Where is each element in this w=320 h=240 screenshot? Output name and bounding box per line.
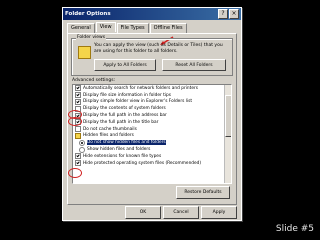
close-icon[interactable]: ×: [229, 9, 239, 19]
tab-offline-files[interactable]: Offline Files: [149, 23, 187, 33]
scrollbar-thumb[interactable]: [225, 95, 231, 137]
apply-button[interactable]: Apply: [201, 206, 237, 219]
advanced-settings-label: Advanced settings:: [72, 78, 116, 83]
apply-to-all-folders-button[interactable]: Apply to All Folders: [94, 59, 156, 71]
list-item[interactable]: Hide protected operating system files (R…: [73, 160, 231, 167]
advanced-settings-list[interactable]: Automatically search for network folders…: [72, 84, 232, 184]
list-item[interactable]: Display the full path in the title bar: [73, 119, 231, 126]
folder-icon: [75, 132, 81, 139]
checkbox[interactable]: [75, 92, 81, 99]
title-bar: Folder Options ? ×: [63, 8, 241, 20]
list-item[interactable]: Automatically search for network folders…: [73, 85, 231, 92]
list-item[interactable]: Display simple folder view in Explorer's…: [73, 98, 231, 106]
cancel-button[interactable]: Cancel: [163, 206, 199, 219]
slide-number: Slide #5: [275, 224, 314, 234]
checkbox[interactable]: [75, 126, 81, 133]
view-tab-panel: Folder views You can apply the view (suc…: [67, 33, 237, 205]
list-item[interactable]: Show hidden files and folders: [73, 146, 231, 153]
list-item[interactable]: Display the contents of system folders: [73, 105, 231, 112]
list-item[interactable]: Display the full path in the address bar: [73, 112, 231, 119]
checkbox[interactable]: [75, 85, 81, 92]
restore-defaults-button[interactable]: Restore Defaults: [176, 186, 230, 199]
folder-options-dialog: Folder Options ? × General View File Typ…: [62, 7, 242, 221]
list-item[interactable]: Do not cache thumbnails: [73, 126, 231, 133]
radio-button[interactable]: [79, 139, 85, 146]
checkbox[interactable]: [75, 98, 81, 105]
checkbox[interactable]: [75, 160, 81, 167]
radio-button[interactable]: [79, 146, 85, 153]
scrollbar[interactable]: [224, 85, 231, 183]
tab-file-types[interactable]: File Types: [116, 23, 149, 33]
folder-views-group: Folder views You can apply the view (suc…: [71, 35, 233, 76]
checkbox[interactable]: [75, 153, 81, 160]
folder-views-label: Folder views: [76, 35, 107, 40]
help-icon[interactable]: ?: [218, 9, 228, 19]
list-item[interactable]: Do not show hidden files and folders: [73, 139, 231, 146]
tab-general[interactable]: General: [67, 23, 95, 33]
annotation-circle: [68, 117, 82, 126]
list-item: Hidden files and folders: [73, 132, 231, 140]
list-item[interactable]: Display file size information in folder …: [73, 92, 231, 99]
list-item[interactable]: Hide extensions for known file types: [73, 153, 231, 160]
folder-views-description: You can apply the view (such as Details …: [94, 43, 223, 54]
reset-all-folders-button[interactable]: Reset All Folders: [162, 59, 226, 71]
annotation-circle: [68, 168, 82, 178]
ok-button[interactable]: OK: [125, 206, 161, 219]
tab-bar: General View File Types Offline Files: [67, 22, 188, 33]
folder-views-icon: [78, 46, 91, 59]
dialog-title: Folder Options: [65, 11, 111, 17]
tab-view[interactable]: View: [95, 22, 116, 32]
